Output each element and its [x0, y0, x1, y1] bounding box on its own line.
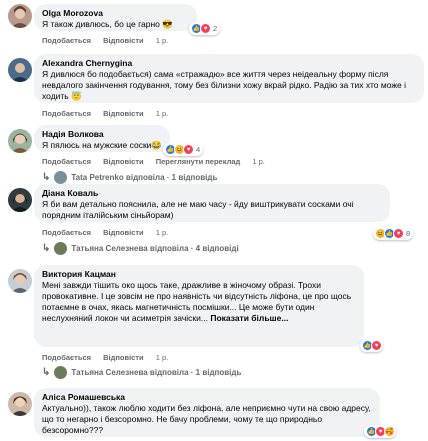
timestamp[interactable]: 1 р. — [156, 353, 169, 362]
reply-arrow-icon: ↳ — [42, 172, 51, 183]
comment-text: Я би вам детально пояснила, але не маю ч… — [42, 199, 354, 220]
comment-bubble: Діана Коваль Я би вам детально пояснила,… — [34, 184, 390, 222]
avatar[interactable] — [8, 188, 32, 212]
like-action[interactable]: Подобається — [42, 157, 91, 166]
comment-bubble: Olga Morozova Я також дивлюсь, бо це гар… — [34, 4, 197, 31]
comment-actions: Подобається Відповісти 1 р. — [42, 109, 178, 118]
reply-action[interactable]: Відповісти — [103, 109, 144, 118]
like-action[interactable]: Подобається — [42, 109, 91, 118]
love-icon: ♥ — [200, 23, 211, 34]
reply-action[interactable]: Відповісти — [103, 228, 144, 237]
reaction-summary[interactable]: 👍 ♥ — [360, 339, 383, 352]
like-action[interactable]: Подобається — [42, 228, 91, 237]
love-icon: ♥ — [183, 144, 194, 155]
replies-summary[interactable]: Татьяна Селезнева відповіла · 4 відповід… — [71, 244, 238, 253]
like-action[interactable]: Подобається — [42, 36, 91, 45]
replies-link[interactable]: ↳ Tata Petrenko відповіла · 1 відповідь — [42, 171, 217, 184]
replies-link[interactable]: ↳ Татьяна Селезнева відповіла · 4 відпов… — [42, 242, 239, 255]
reply-action[interactable]: Відповісти — [103, 353, 144, 362]
replies-link[interactable]: ↳ Татьяна Селезнева відповіла · 1 відпов… — [42, 366, 241, 379]
comment-bubble: Alexandra Chernygina Я дивлюся бо подоба… — [34, 54, 424, 103]
avatar — [54, 242, 68, 255]
reaction-count: 2 — [213, 24, 218, 33]
comment-text: Я пялюсь на мужские соски😂 — [42, 140, 163, 150]
love-icon: ♥ — [371, 340, 382, 351]
reply-arrow-icon: ↳ — [42, 367, 51, 378]
reply-action[interactable]: Відповісти — [103, 36, 144, 45]
avatar — [54, 366, 68, 379]
comment-bubble: Надія Волкова Я пялюсь на мужские соски😂 — [34, 125, 170, 152]
comment-actions: Подобається Відповісти Переглянути перек… — [42, 157, 275, 166]
avatar[interactable] — [8, 129, 32, 153]
timestamp[interactable]: 1 р. — [156, 109, 169, 118]
comment-bubble: Виктория Кацман Мені завжди тішить око щ… — [34, 265, 364, 347]
reaction-count: 8 — [406, 229, 411, 238]
translate-action[interactable]: Переглянути переклад — [156, 157, 241, 166]
reaction-summary[interactable]: 😆 👍 ♥ 8 — [373, 227, 414, 240]
replies-summary[interactable]: Tata Petrenko відповіла · 1 відповідь — [71, 173, 217, 182]
avatar[interactable] — [8, 269, 32, 293]
comment-text: Я також дивлюсь, бо це гарно 😎 — [42, 19, 173, 29]
avatar[interactable] — [8, 58, 32, 82]
comment-text-body: Мені завжди тішить око щось таке, дражли… — [42, 280, 352, 323]
timestamp[interactable]: 1 р. — [252, 157, 265, 166]
reply-arrow-icon: ↳ — [42, 243, 51, 254]
reaction-summary[interactable]: 👍 😆 ♥ 4 — [163, 143, 204, 156]
avatar — [54, 171, 68, 184]
reaction-summary[interactable]: 👍 ♥ 🥰 — [364, 425, 396, 438]
comment-author[interactable]: Виктория Кацман — [42, 269, 356, 280]
comment-text: Актуально)), також люблю ходити без ліфо… — [42, 403, 371, 435]
care-icon: 🥰 — [384, 426, 395, 437]
timestamp[interactable]: 1 р. — [156, 36, 169, 45]
love-icon: ♥ — [393, 228, 404, 239]
comment-author[interactable]: Надія Волкова — [42, 129, 162, 140]
reply-action[interactable]: Відповісти — [103, 157, 144, 166]
comment-actions: Подобається Відповісти 1 р. — [42, 228, 178, 237]
replies-summary[interactable]: Татьяна Селезнева відповіла · 1 відповід… — [71, 368, 241, 377]
comment-author[interactable]: Alexandra Chernygina — [42, 58, 416, 69]
timestamp[interactable]: 1 р. — [156, 228, 169, 237]
show-more-link[interactable]: Показати більше... — [210, 313, 288, 323]
reaction-count: 4 — [196, 145, 201, 154]
avatar[interactable] — [8, 4, 32, 28]
comment-actions: Подобається Відповісти 1 р. — [42, 36, 178, 45]
like-action[interactable]: Подобається — [42, 353, 91, 362]
reaction-summary[interactable]: 👍 ♥ 2 — [189, 22, 221, 35]
comment-text: Я дивлюся бо подобається) сама «стражадю… — [42, 69, 407, 101]
comment-author[interactable]: Аліса Ромашевська — [42, 392, 372, 403]
comment-bubble: Аліса Ромашевська Актуально)), також люб… — [34, 388, 380, 437]
avatar[interactable] — [8, 392, 32, 416]
comment-author[interactable]: Діана Коваль — [42, 188, 382, 199]
comment-author[interactable]: Olga Morozova — [42, 8, 189, 19]
comment-actions: Подобається Відповісти 1 р. — [42, 353, 178, 362]
comment-text: Мені завжди тішить око щось таке, дражли… — [42, 280, 356, 324]
